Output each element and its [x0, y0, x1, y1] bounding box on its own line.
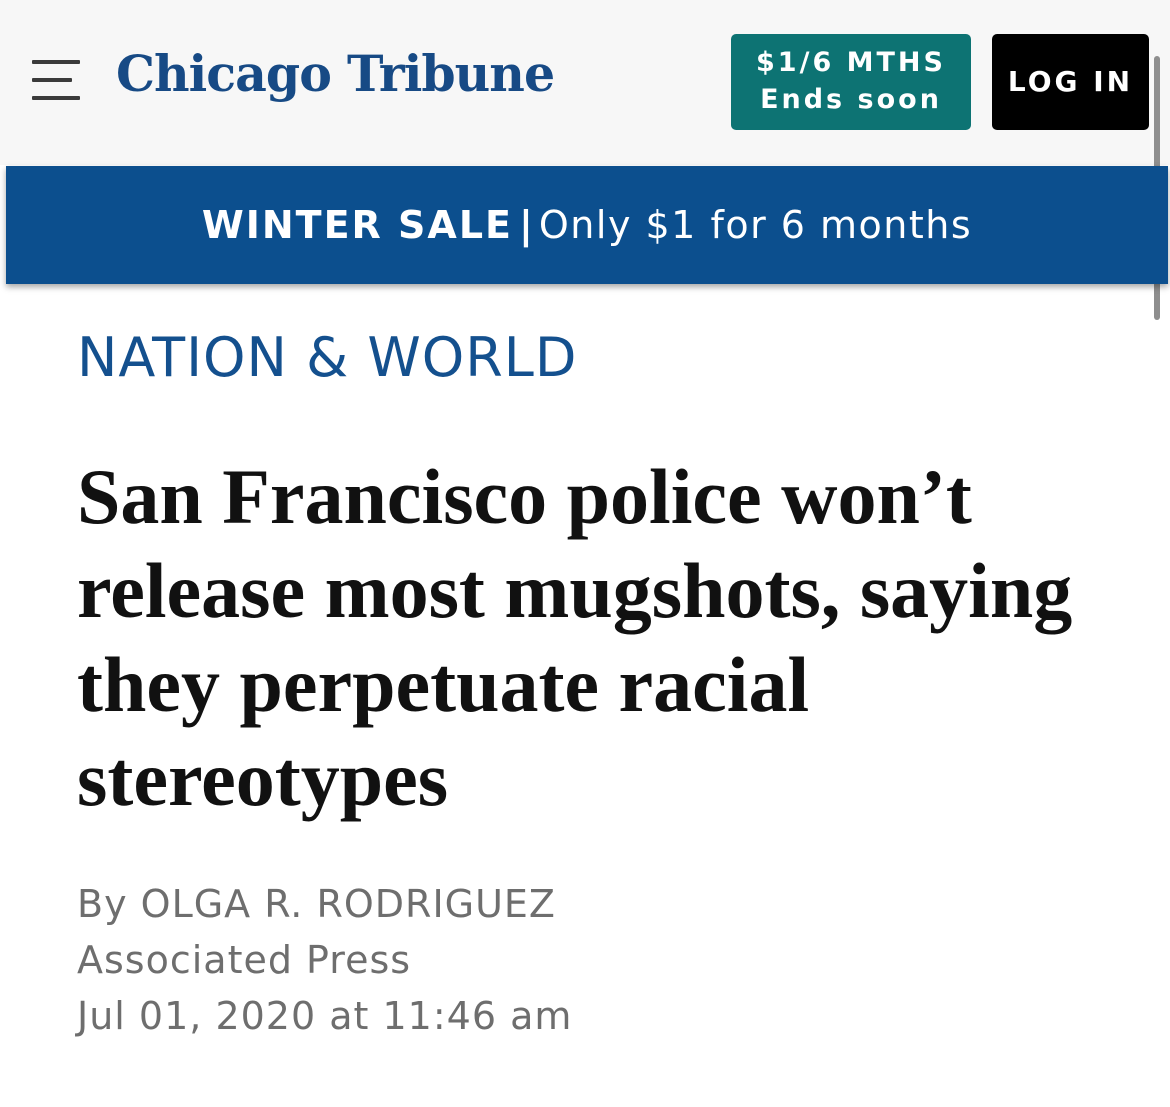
- menu-line: [32, 60, 80, 64]
- sale-banner[interactable]: WINTER SALE | Only $1 for 6 months: [6, 166, 1168, 284]
- author-name[interactable]: OLGA R. RODRIGUEZ: [141, 882, 556, 926]
- article-headline: San Francisco police won’t release most …: [77, 453, 1073, 822]
- article-page: Chicago Tribune $1/6 MTHS Ends soon LOG …: [0, 0, 1170, 1107]
- sale-banner-separator: |: [519, 203, 533, 247]
- promo-deadline: Ends soon: [760, 84, 942, 115]
- subscribe-promo-button[interactable]: $1/6 MTHS Ends soon: [731, 34, 971, 130]
- byline: By OLGA R. RODRIGUEZ: [77, 876, 572, 932]
- site-header: Chicago Tribune $1/6 MTHS Ends soon LOG …: [0, 0, 1170, 165]
- promo-price: $1/6 MTHS: [756, 47, 946, 78]
- site-logo[interactable]: Chicago Tribune: [116, 44, 555, 103]
- article-source: Associated Press: [77, 938, 412, 982]
- article-timestamp: Jul 01, 2020 at 11:46 am: [77, 994, 573, 1038]
- menu-line: [32, 96, 80, 100]
- byline-prefix: By: [77, 882, 128, 926]
- section-label[interactable]: NATION & WORLD: [77, 326, 577, 389]
- sale-banner-title: WINTER SALE: [201, 203, 513, 247]
- sale-banner-offer: Only $1 for 6 months: [538, 203, 973, 247]
- menu-line: [32, 78, 72, 82]
- hamburger-menu-icon[interactable]: [32, 60, 80, 104]
- byline-block: By OLGA R. RODRIGUEZ Associated Press Ju…: [77, 876, 572, 1044]
- login-button[interactable]: LOG IN: [992, 34, 1149, 130]
